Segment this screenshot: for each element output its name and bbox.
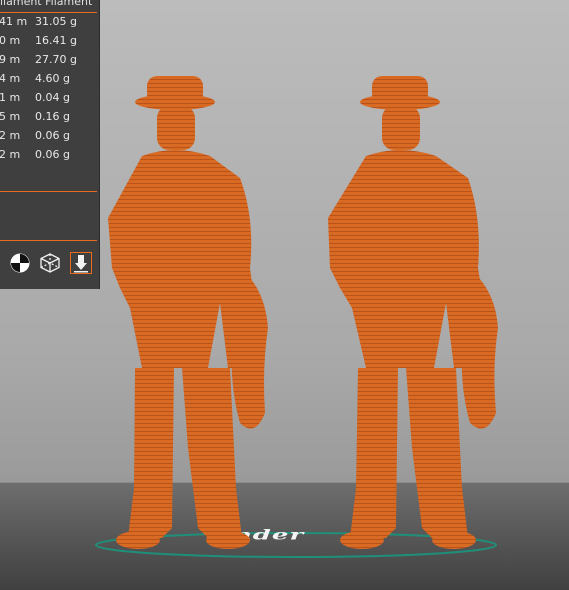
list-item: 2 m 0.06 g	[0, 129, 99, 148]
filament-length: 0 m	[0, 34, 21, 47]
list-item: 5 m 0.16 g	[0, 110, 99, 129]
filament-length: 5 m	[0, 110, 21, 123]
filament-usage-panel: ilament Filament 41 m 31.05 g 0 m 16.41 …	[0, 0, 99, 289]
filament-length: 4 m	[0, 72, 21, 85]
panel-header: ilament Filament	[0, 0, 93, 8]
wireframe-cube-icon[interactable]	[39, 252, 61, 274]
filament-weight: 0.06 g	[35, 148, 70, 161]
model-figure-right[interactable]	[300, 68, 510, 558]
filament-weight: 0.06 g	[35, 129, 70, 142]
panel-divider	[0, 12, 97, 13]
filament-weight: 31.05 g	[35, 15, 77, 28]
drop-to-bed-icon[interactable]	[70, 252, 92, 274]
filament-length: 1 m	[0, 91, 21, 104]
list-item: 0 m 16.41 g	[0, 34, 99, 53]
list-item: 9 m 27.70 g	[0, 53, 99, 72]
list-item: 4 m 4.60 g	[0, 72, 99, 91]
filament-length: 9 m	[0, 53, 21, 66]
filament-length: 2 m	[0, 148, 21, 161]
filament-length: 41 m	[0, 15, 28, 28]
list-item: 2 m 0.06 g	[0, 148, 99, 167]
filament-weight: 0.16 g	[35, 110, 70, 123]
3d-viewport[interactable]: Ender ilament Filament 41 m 31.05 g 0 m …	[0, 0, 569, 590]
panel-divider	[0, 191, 97, 192]
filament-weight: 4.60 g	[35, 72, 70, 85]
filament-length: 2 m	[0, 129, 21, 142]
list-item: 1 m 0.04 g	[0, 91, 99, 110]
model-figure-left[interactable]	[90, 68, 280, 558]
center-of-mass-icon[interactable]	[9, 252, 31, 274]
filament-weight: 16.41 g	[35, 34, 77, 47]
filament-weight: 0.04 g	[35, 91, 70, 104]
panel-divider	[0, 240, 97, 241]
filament-weight: 27.70 g	[35, 53, 77, 66]
list-item: 41 m 31.05 g	[0, 15, 99, 34]
